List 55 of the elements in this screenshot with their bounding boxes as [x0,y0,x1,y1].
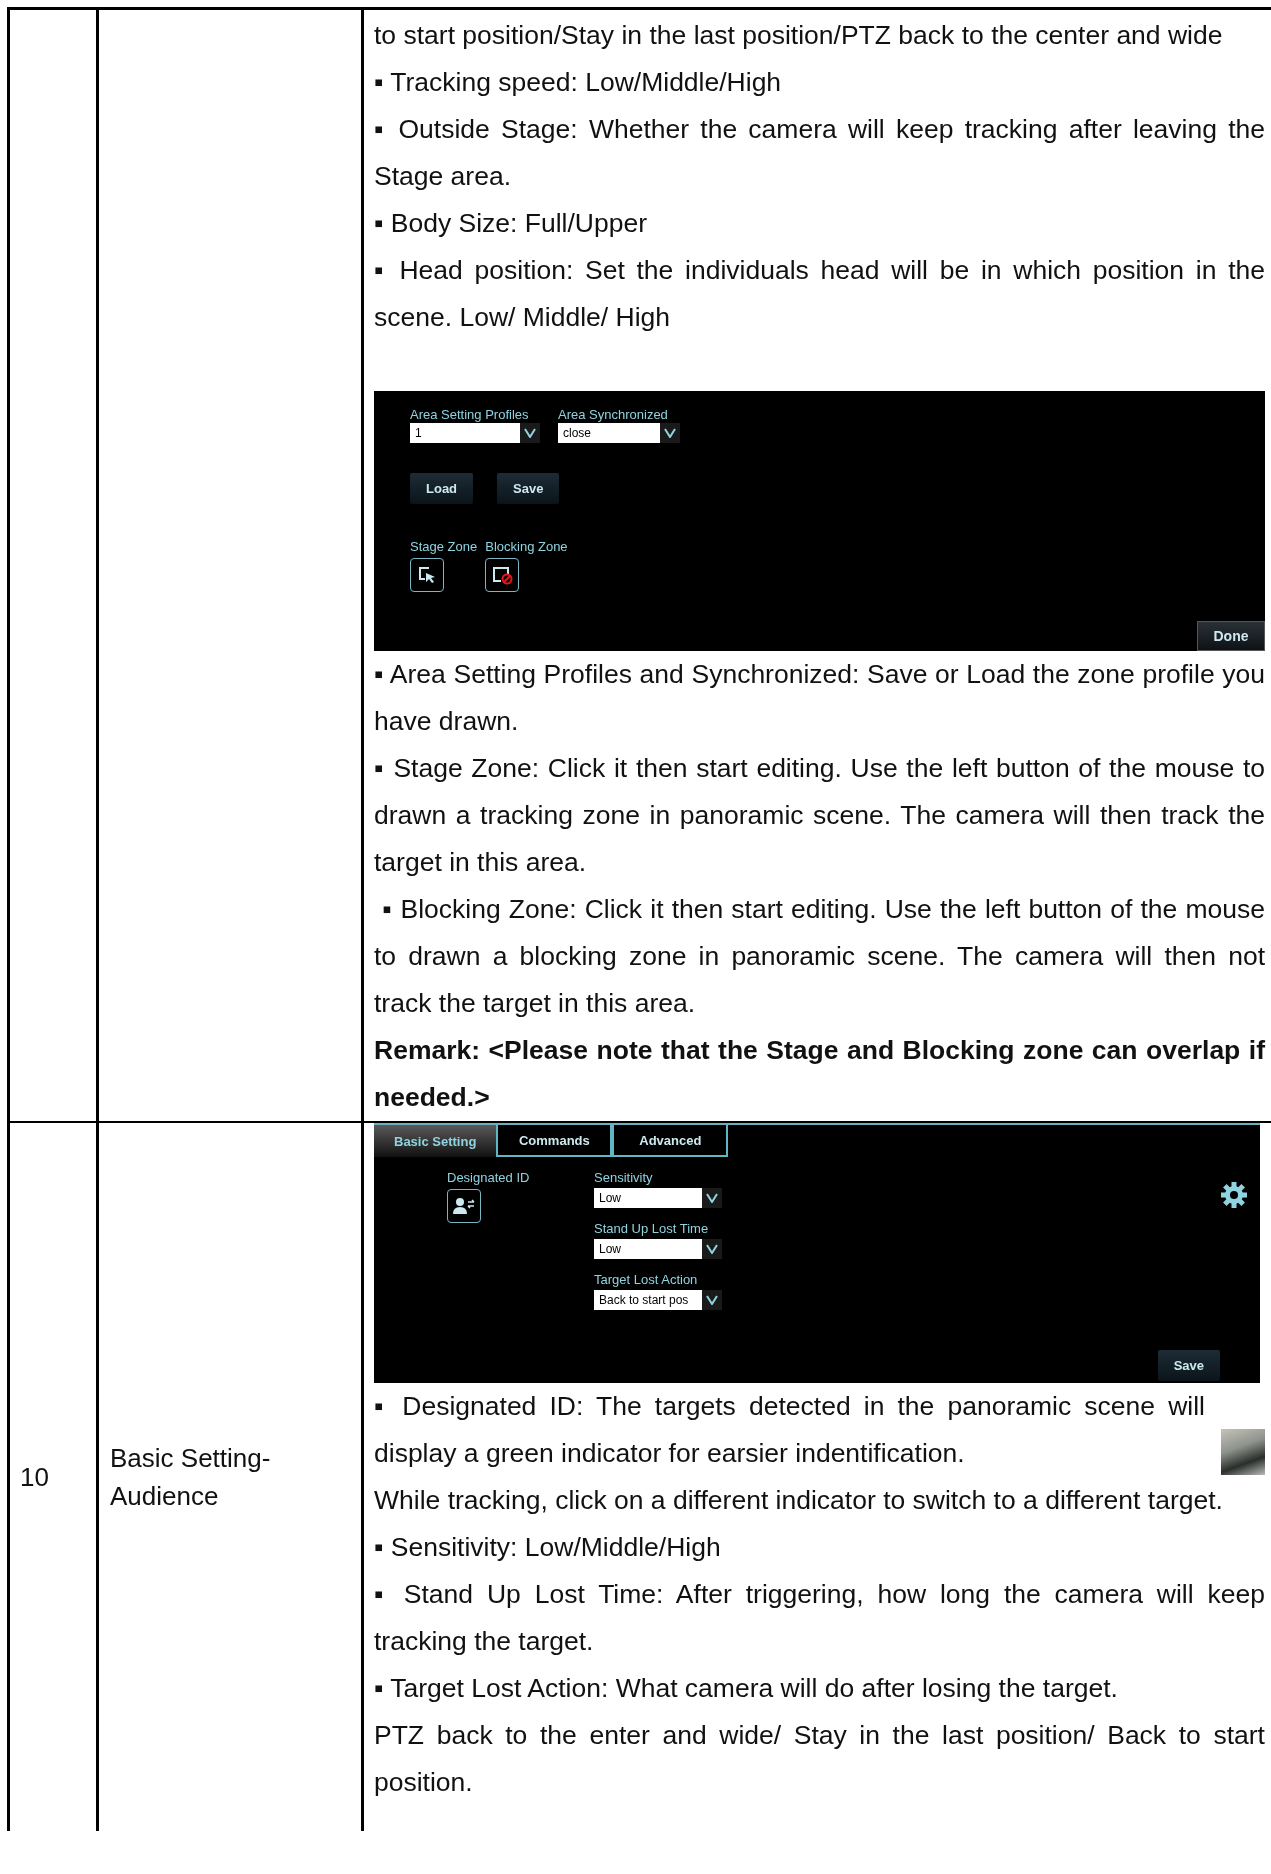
paragraph: to start position/Stay in the last position/PTZ back to the center and wide [374,19,1224,52]
photo-placeholder [1221,1429,1265,1475]
designated-id-button[interactable] [447,1189,481,1223]
dropdown-arrow-button[interactable] [660,423,680,443]
panel-button[interactable]: Load [410,473,474,504]
save-button[interactable]: Save [1157,1350,1220,1381]
person-swap-icon [453,1197,475,1215]
paragraph: ▪ Stage Zone: Click it then start editing. Use the left button of the mouse to drawn a tracking zone in panoramic scene. The camera will then track the target in this area. [374,752,1265,879]
paragraph: PTZ back to the enter and wide/ Stay in the last position/ Back to start position. [374,1719,1265,1799]
field-label: Sensitivity [594,1170,654,1186]
paragraph: ▪ Stand Up Lost Time: After triggering, how long the camera will keep tracking the target. [374,1578,1265,1658]
dropdown-field[interactable]: 1 [410,423,520,443]
paragraph: ▪ Outside Stage: Whether the camera will keep tracking after leaving the Stage area. [374,113,1265,193]
dropdown-arrow-button[interactable] [520,423,540,443]
paragraph: ▪ Body Size: Full/Upper [374,207,649,240]
chevron-down-icon [706,1244,718,1254]
chevron-down-icon [706,1295,718,1305]
tab[interactable]: Advanced [612,1125,729,1157]
paragraph: ▪ Area Setting Profiles and Synchronized: Save or Load the zone profile you have drawn. [374,658,1265,738]
field-label: Blocking Zone [485,539,568,555]
paragraph: ▪ Head position: Set the individuals head will be in which position in the scene. Low/ Middle/ High [374,254,1265,334]
settings-icon [1220,1181,1248,1209]
tab[interactable]: Commands [496,1125,613,1157]
done-button[interactable]: Done [1197,621,1265,651]
row-number: 10 [20,1461,49,1494]
panel-button[interactable]: Save [497,473,560,504]
tab[interactable]: Basic Setting [374,1125,497,1157]
chevron-down-icon [664,428,676,438]
remark-text: Remark: <Please note that the Stage and Blocking zone can overlap if needed.> [374,1034,1265,1114]
field-label: Stage Zone [410,539,478,555]
paragraph: While tracking, click on a different indicator to switch to a different target. [374,1484,1224,1517]
stage-zone-button[interactable] [410,558,444,592]
blocking-zone-button[interactable] [485,558,520,592]
paragraph: ▪ Designated ID: The targets detected in the panoramic scene will display a green indicator for earsier indentification. [374,1390,1205,1470]
paragraph: ▪ Blocking Zone: Click it then start editing. Use the left button of the mouse to drawn a blocking zone in panoramic scene. The camera will then not track the target in this area. [374,893,1265,1020]
dropdown-field[interactable]: Low [594,1188,702,1208]
field-label: Designated ID [447,1170,531,1186]
paragraph: ▪ Sensitivity: Low/Middle/High [374,1531,722,1564]
field-label: Target Lost Action [594,1272,699,1288]
paragraph: ▪ Target Lost Action: What camera will do after losing the target. [374,1672,1119,1705]
blocked-square-icon [491,565,514,585]
paragraph: ▪ Tracking speed: Low/Middle/High [374,66,783,99]
row-title: Basic Setting-Audience [110,1442,272,1513]
dropdown-arrow-button[interactable] [702,1290,722,1310]
dropdown-arrow-button[interactable] [702,1188,722,1208]
dropdown-arrow-button[interactable] [702,1239,722,1259]
field-label: Area Setting Profiles [410,407,530,423]
dropdown-field[interactable]: close [558,423,660,443]
dropdown-field[interactable]: Low [594,1239,702,1259]
field-label: Stand Up Lost Time [594,1221,710,1237]
chevron-down-icon [524,428,536,438]
chevron-down-icon [706,1193,718,1203]
field-label: Area Synchronized [558,407,669,423]
cursor-square-icon [417,565,437,585]
dropdown-field[interactable]: Back to start pos [594,1290,702,1310]
